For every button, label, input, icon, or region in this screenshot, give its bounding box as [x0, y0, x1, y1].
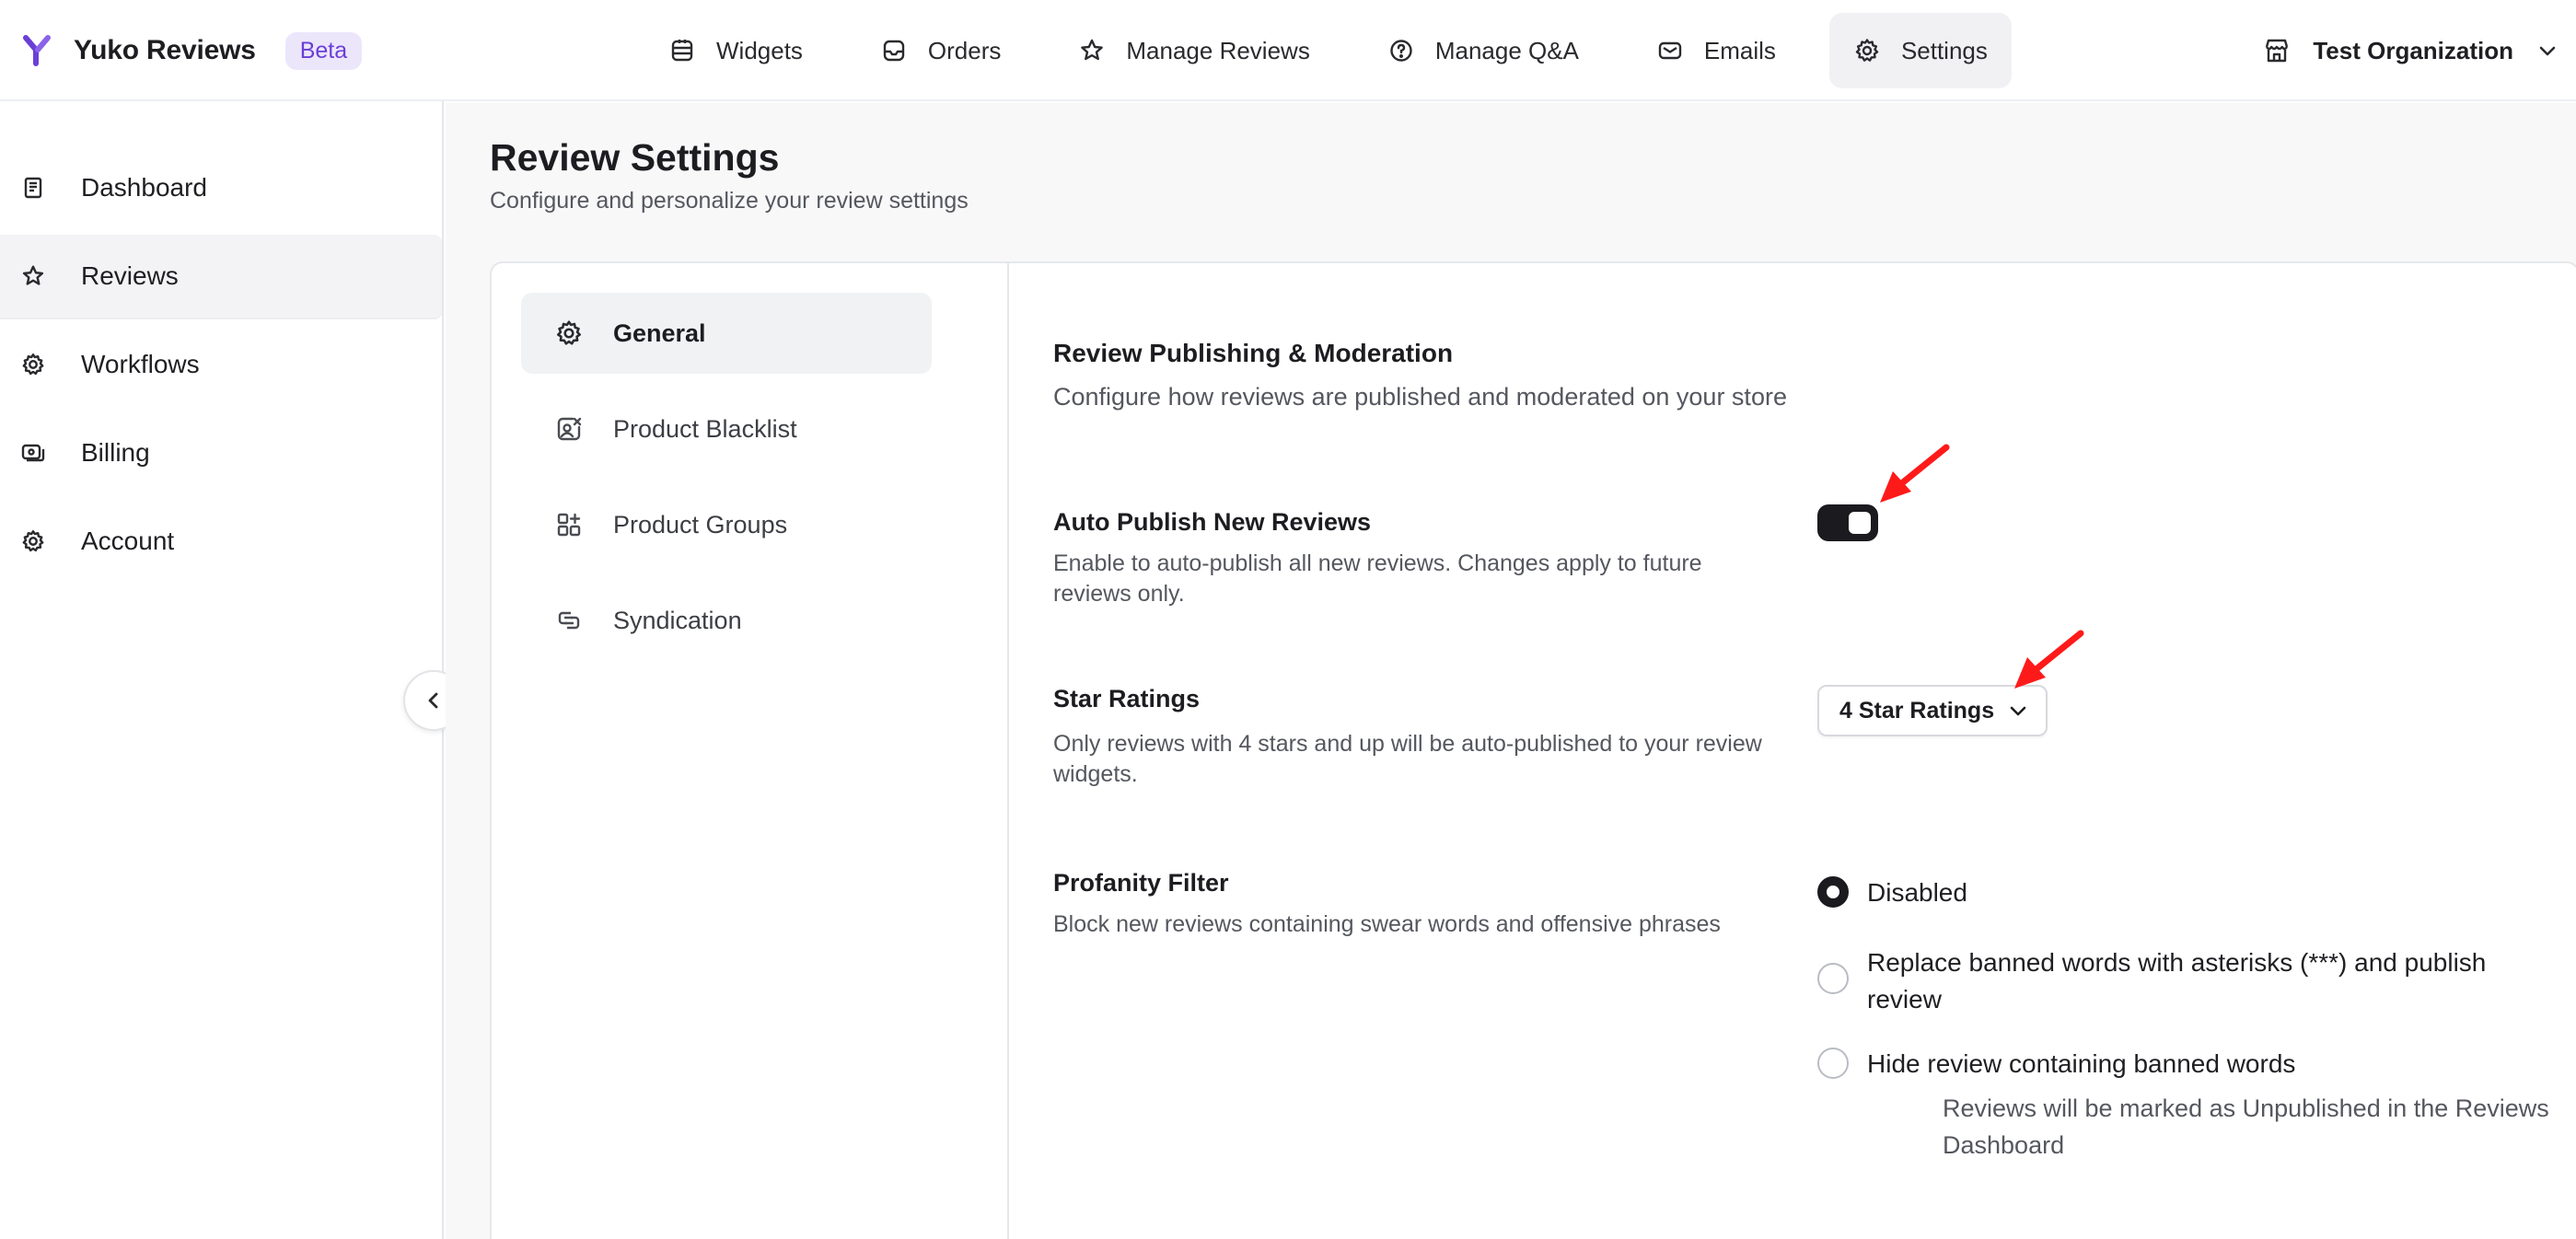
billing-icon	[20, 440, 46, 466]
radio-button[interactable]	[1817, 963, 1849, 994]
sidebar-item-workflows[interactable]: Workflows	[0, 323, 442, 406]
book-icon	[20, 175, 46, 201]
sidebar-item-label: Workflows	[81, 350, 200, 378]
section-title: Review Publishing & Moderation	[1053, 339, 1454, 367]
profanity-option-hide[interactable]: Hide review containing banned words	[1817, 1046, 2530, 1083]
gear-icon	[20, 528, 46, 554]
sidebar-item-reviews[interactable]: Reviews	[0, 235, 442, 318]
groups-icon	[554, 510, 584, 539]
settings-nav-label: Product Blacklist	[613, 414, 797, 443]
profanity-filter-description: Block new reviews containing swear words…	[1053, 911, 1721, 937]
sidebar-item-account[interactable]: Account	[0, 500, 442, 583]
topnav-label: Widgets	[716, 36, 803, 64]
topnav-label: Manage Q&A	[1434, 36, 1579, 64]
sidebar-item-billing[interactable]: Billing	[0, 411, 442, 494]
annotation-arrow-icon	[1880, 444, 1950, 503]
hide-option-help-text: Reviews will be marked as Unpublished in…	[1943, 1094, 2549, 1159]
sidebar-item-label: Dashboard	[81, 173, 207, 202]
star-ratings-description: Only reviews with 4 stars and up will be…	[1053, 731, 1762, 787]
radio-label: Disabled	[1867, 878, 1967, 907]
settings-nav: General Product Blacklist Product Groups…	[492, 263, 1009, 1239]
page-title: Review Settings	[490, 136, 780, 179]
settings-nav-syndication[interactable]: Syndication	[521, 580, 932, 661]
settings-nav-general[interactable]: General	[521, 293, 932, 374]
top-bar: Yuko Reviews Beta Widgets Orders Manage …	[0, 0, 2576, 101]
cog-icon	[20, 352, 46, 377]
chevron-down-icon	[2535, 39, 2559, 63]
auto-publish-title: Auto Publish New Reviews	[1053, 508, 1372, 536]
toggle-knob	[1849, 512, 1871, 534]
main-content: Review Settings Configure and personaliz…	[446, 103, 2576, 1239]
topnav-label: Manage Reviews	[1126, 36, 1310, 64]
settings-nav-label: Syndication	[613, 606, 742, 634]
topnav-settings[interactable]: Settings	[1828, 13, 2012, 88]
top-navigation: Widgets Orders Manage Reviews Manage Q&A…	[644, 13, 2041, 88]
yuko-logo-icon	[22, 34, 55, 67]
brand[interactable]: Yuko Reviews Beta	[22, 0, 363, 101]
star-ratings-value: 4 Star Ratings	[1839, 697, 1995, 724]
sidebar-item-label: Billing	[81, 438, 150, 467]
profanity-option-disabled[interactable]: Disabled	[1817, 874, 2530, 911]
gear-icon	[1853, 37, 1881, 64]
syndication-icon	[554, 606, 584, 635]
topnav-label: Settings	[1900, 36, 1988, 64]
question-icon	[1387, 37, 1415, 64]
settings-nav-product-blacklist[interactable]: Product Blacklist	[521, 388, 932, 469]
radio-button[interactable]	[1817, 876, 1849, 908]
auto-publish-description: Enable to auto-publish all new reviews. …	[1053, 550, 1702, 607]
settings-nav-label: Product Groups	[613, 510, 788, 538]
radio-label: Hide review containing banned words	[1867, 1049, 2296, 1078]
topnav-emails[interactable]: Emails	[1632, 13, 1800, 88]
settings-nav-label: General	[613, 318, 706, 347]
topnav-orders[interactable]: Orders	[856, 13, 1025, 88]
annotation-arrow-icon	[2014, 630, 2084, 689]
app-name: Yuko Reviews	[74, 35, 256, 65]
topnav-widgets[interactable]: Widgets	[644, 13, 827, 88]
profanity-option-replace[interactable]: Replace banned words with asterisks (***…	[1817, 944, 2530, 1018]
sidebar-item-label: Account	[81, 527, 175, 555]
settings-nav-product-groups[interactable]: Product Groups	[521, 484, 932, 565]
sidebar: Dashboard Reviews Workflows Billing Acco…	[0, 101, 444, 1239]
page-subtitle: Configure and personalize your review se…	[490, 188, 969, 214]
chevron-left-icon	[422, 689, 446, 712]
section-subtitle: Configure how reviews are published and …	[1053, 383, 1787, 411]
settings-card: General Product Blacklist Product Groups…	[490, 261, 2576, 1239]
organization-name: Test Organization	[2313, 36, 2513, 64]
radio-label: Replace banned words with asterisks (***…	[1867, 948, 2487, 1013]
blacklist-icon	[554, 414, 584, 444]
gear-icon	[554, 318, 584, 348]
sidebar-item-label: Reviews	[81, 261, 179, 290]
profanity-filter-title: Profanity Filter	[1053, 869, 1229, 897]
settings-content: Review Publishing & Moderation Configure…	[1009, 263, 2576, 1239]
sidebar-item-dashboard[interactable]: Dashboard	[0, 146, 442, 229]
auto-publish-toggle[interactable]	[1817, 504, 1878, 541]
organization-switcher[interactable]: Test Organization	[2261, 0, 2559, 101]
mail-icon	[1656, 37, 1684, 64]
inbox-icon	[880, 37, 908, 64]
radio-button[interactable]	[1817, 1048, 1849, 1079]
topnav-label: Orders	[927, 36, 1002, 64]
beta-badge: Beta	[284, 31, 363, 70]
star-icon	[1078, 37, 1106, 64]
topnav-manage-qa[interactable]: Manage Q&A	[1363, 13, 1603, 88]
widgets-icon	[668, 37, 696, 64]
topnav-manage-reviews[interactable]: Manage Reviews	[1054, 13, 1333, 88]
star-icon	[20, 263, 46, 289]
topnav-label: Emails	[1703, 36, 1776, 64]
store-icon	[2261, 35, 2292, 66]
chevron-down-icon	[2007, 700, 2029, 722]
star-ratings-title: Star Ratings	[1053, 685, 1201, 712]
